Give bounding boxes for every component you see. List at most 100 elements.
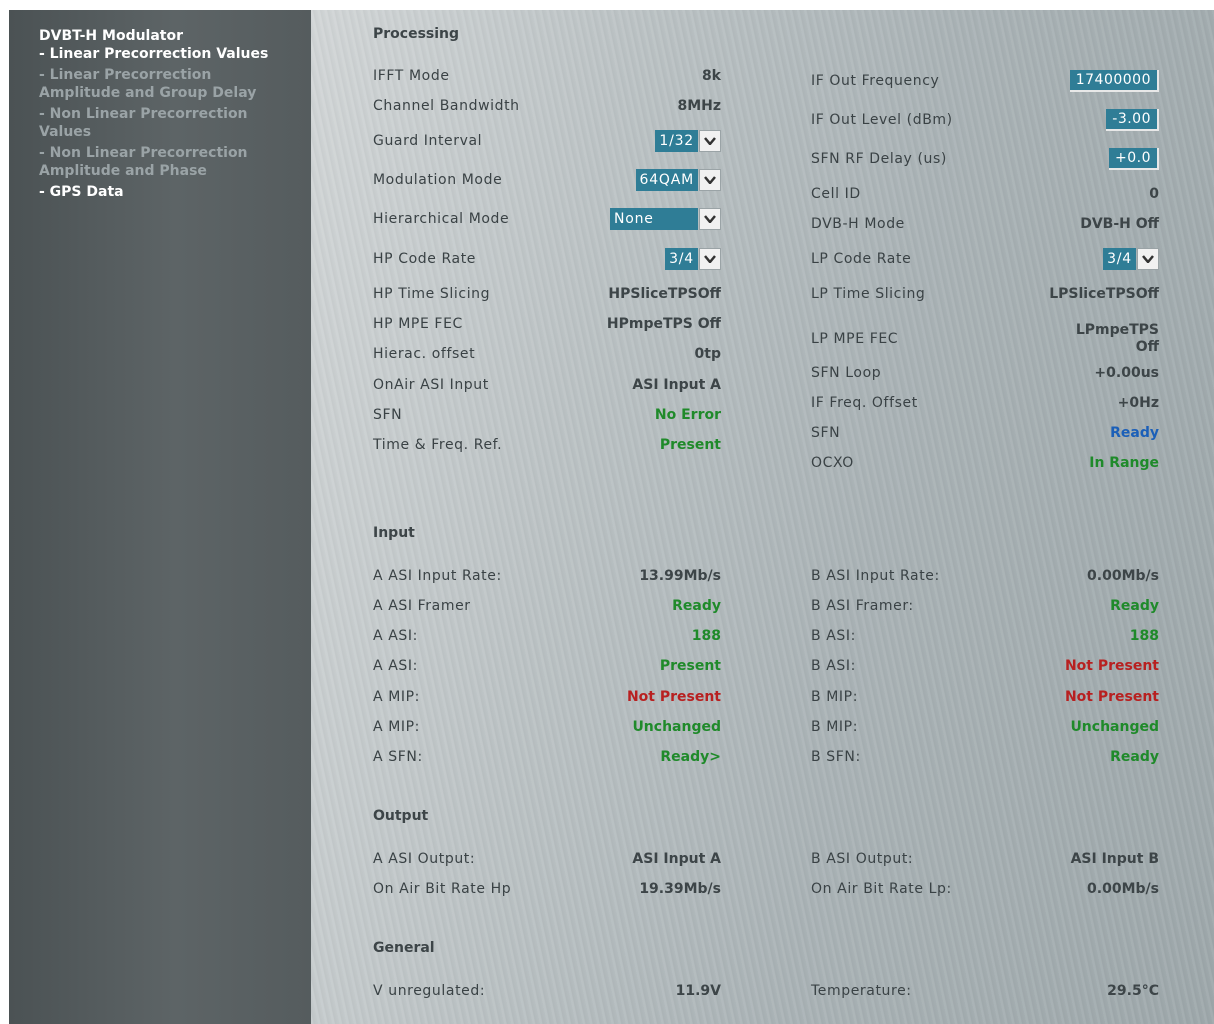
row-sfn: SFN No Error — [373, 403, 721, 427]
row-v-unregulated: V unregulated: 11.9V — [373, 979, 721, 1003]
label: A MIP: — [373, 719, 420, 735]
label: B ASI Framer: — [811, 598, 914, 614]
chevron-down-icon[interactable] — [699, 169, 721, 191]
label: A ASI: — [373, 628, 418, 644]
row-sfn-loop: SFN Loop +0.00us — [811, 361, 1159, 385]
status-value: Present — [659, 437, 721, 453]
label: IF Freq. Offset — [811, 395, 918, 411]
if-out-level-input[interactable]: -3.00 — [1106, 109, 1159, 131]
label: OCXO — [811, 455, 854, 471]
row-hp-code-rate: HP Code Rate 3/4 — [373, 247, 721, 271]
label: IF Out Level (dBm) — [811, 112, 953, 128]
row-b-asi-188: B ASI: 188 — [811, 624, 1159, 648]
label: SFN — [811, 425, 841, 441]
row-a-mip-present: A MIP: Not Present — [373, 685, 721, 709]
row-hp-mpe-fec: HP MPE FEC HPmpeTPS Off — [373, 312, 721, 336]
row-onair-asi-input: OnAir ASI Input ASI Input A — [373, 373, 721, 397]
select-value: 1/32 — [655, 130, 698, 152]
chevron-down-icon[interactable] — [699, 130, 721, 152]
status-value: Ready — [1110, 425, 1159, 441]
value: 29.5°C — [1107, 983, 1159, 999]
label: B MIP: — [811, 689, 859, 705]
modulation-mode-select[interactable]: 64QAM — [635, 169, 721, 191]
row-on-air-bit-rate-lp: On Air Bit Rate Lp: 0.00Mb/s — [811, 877, 1159, 901]
label: B ASI: — [811, 628, 856, 644]
label: On Air Bit Rate Hp — [373, 881, 512, 897]
value: +0.00us — [1094, 365, 1159, 381]
nav-linear-precorrection-amplitude-group-delay[interactable]: - Linear Precorrection Amplitude and Gro… — [39, 66, 289, 102]
row-a-asi-input-rate: A ASI Input Rate: 13.99Mb/s — [373, 564, 721, 588]
sfn-rf-delay-input[interactable]: +0.0 — [1109, 148, 1159, 170]
status-value: In Range — [1089, 455, 1159, 471]
label: Channel Bandwidth — [373, 98, 520, 114]
label: A ASI Output: — [373, 851, 476, 867]
row-b-asi-present: B ASI: Not Present — [811, 654, 1159, 678]
row-lp-time-slicing: LP Time Slicing LPSliceTPSOff — [811, 282, 1159, 306]
row-b-asi-input-rate: B ASI Input Rate: 0.00Mb/s — [811, 564, 1159, 588]
chevron-down-icon[interactable] — [1137, 248, 1159, 270]
row-sfn-status: SFN Ready — [811, 421, 1159, 445]
status-value: Ready — [672, 598, 721, 614]
select-value: 3/4 — [665, 248, 698, 270]
value: DVB-H Off — [1080, 216, 1159, 232]
row-b-mip-changed: B MIP: Unchanged — [811, 715, 1159, 739]
row-a-asi-present: A ASI: Present — [373, 654, 721, 678]
row-a-asi-framer: A ASI Framer Ready — [373, 594, 721, 618]
nav-non-linear-precorrection-amplitude-phase[interactable]: - Non Linear Precorrection Amplitude and… — [39, 144, 289, 180]
label: Temperature: — [811, 983, 912, 999]
label: B ASI Input Rate: — [811, 568, 940, 584]
row-a-sfn: A SFN: Ready> — [373, 745, 721, 769]
row-sfn-rf-delay: SFN RF Delay (us) +0.0 — [811, 147, 1159, 171]
nav-linear-precorrection-values[interactable]: - Linear Precorrection Values — [39, 45, 289, 63]
nav-non-linear-precorrection-values[interactable]: - Non Linear Precorrection Values — [39, 105, 289, 141]
label: A ASI Input Rate: — [373, 568, 502, 584]
hp-code-rate-select[interactable]: 3/4 — [665, 248, 721, 270]
sidebar: DVBT-H Modulator - Linear Precorrection … — [9, 10, 311, 1024]
row-ifft-mode: IFFT Mode 8k — [373, 64, 721, 88]
value: ASI Input B — [1070, 851, 1159, 867]
lp-code-rate-select[interactable]: 3/4 — [1103, 248, 1159, 270]
value: 8MHz — [677, 98, 721, 114]
row-lp-code-rate: LP Code Rate 3/4 — [811, 247, 1159, 271]
status-value: Present — [659, 658, 721, 674]
label: Hierac. offset — [373, 346, 476, 362]
sidebar-title: DVBT-H Modulator — [39, 28, 184, 44]
row-hp-time-slicing: HP Time Slicing HPSliceTPSOff — [373, 282, 721, 306]
row-modulation-mode: Modulation Mode 64QAM — [373, 168, 721, 192]
hierarchical-mode-select[interactable]: None — [610, 208, 721, 230]
label: LP Code Rate — [811, 251, 912, 267]
label: A ASI: — [373, 658, 418, 674]
value: 8k — [701, 68, 721, 84]
chevron-down-icon[interactable] — [699, 248, 721, 270]
value: ASI Input A — [632, 851, 721, 867]
status-value: Not Present — [626, 689, 721, 705]
row-dvbh-mode: DVB-H Mode DVB-H Off — [811, 212, 1159, 236]
value: LPSliceTPSOff — [1049, 286, 1159, 302]
label: A SFN: — [373, 749, 423, 765]
nav-gps-data[interactable]: - GPS Data — [39, 183, 289, 201]
if-out-frequency-input[interactable]: 17400000 — [1069, 70, 1159, 92]
value: 13.99Mb/s — [639, 568, 721, 584]
row-if-out-level: IF Out Level (dBm) -3.00 — [811, 108, 1159, 132]
row-a-mip-changed: A MIP: Unchanged — [373, 715, 721, 739]
row-guard-interval: Guard Interval 1/32 — [373, 129, 721, 153]
label: B ASI: — [811, 658, 856, 674]
row-b-asi-output: B ASI Output: ASI Input B — [811, 847, 1159, 871]
status-value: Not Present — [1064, 658, 1159, 674]
value: 0.00Mb/s — [1087, 881, 1159, 897]
label: Cell ID — [811, 186, 861, 202]
guard-interval-select[interactable]: 1/32 — [655, 130, 721, 152]
label: SFN RF Delay (us) — [811, 151, 947, 167]
row-time-freq-ref: Time & Freq. Ref. Present — [373, 433, 721, 457]
status-value: Ready — [1110, 749, 1159, 765]
row-hierarchical-mode: Hierarchical Mode None — [373, 207, 721, 231]
row-a-asi-output: A ASI Output: ASI Input A — [373, 847, 721, 871]
section-output-title: Output — [373, 808, 429, 824]
label: On Air Bit Rate Lp: — [811, 881, 952, 897]
chevron-down-icon[interactable] — [699, 208, 721, 230]
label: LP MPE FEC — [811, 331, 899, 347]
row-if-out-frequency: IF Out Frequency 17400000 — [811, 69, 1159, 93]
row-b-mip-present: B MIP: Not Present — [811, 685, 1159, 709]
status-value: 188 — [691, 628, 721, 644]
value: 0tp — [694, 346, 721, 362]
